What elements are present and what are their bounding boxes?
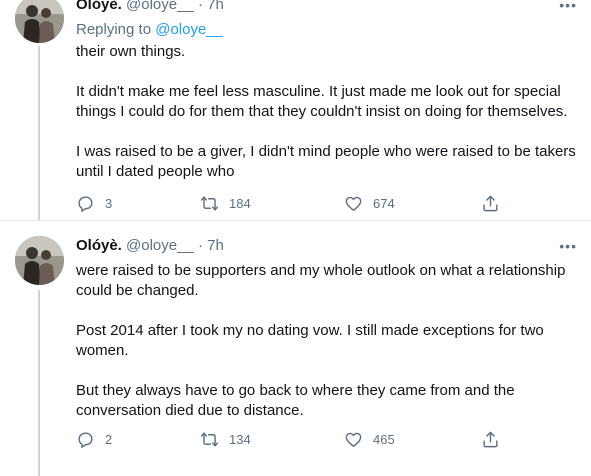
reply-icon	[78, 196, 93, 212]
like-button[interactable]: 465	[344, 430, 395, 449]
tweet-paragraph: It didn't make me feel less masculine. I…	[76, 83, 568, 120]
tweet-header: Olóyè. @oloye__ · 7h	[76, 237, 224, 254]
share-icon	[483, 195, 498, 212]
timestamp[interactable]: · 7h	[198, 0, 224, 13]
avatar[interactable]	[15, 0, 64, 43]
display-name[interactable]: Olóyè.	[76, 237, 122, 254]
retweet-icon	[200, 196, 219, 211]
retweet-button[interactable]: 134	[200, 430, 251, 449]
tweet-paragraph: But they always have to go back to where…	[76, 382, 515, 419]
heart-icon	[345, 432, 362, 447]
tweet-paragraph: were raised to be supporters and my whol…	[76, 262, 566, 299]
replying-to-label: Replying to	[76, 21, 156, 38]
tweet-text: their own things. It didn't make me feel…	[76, 42, 576, 202]
tweet-paragraph: I was raised to be a giver, I didn't min…	[76, 143, 576, 180]
tweet-header: Olóyè. @oloye__ · 7h	[76, 0, 224, 13]
like-count: 465	[373, 432, 395, 447]
retweet-button[interactable]: 184	[200, 194, 251, 213]
more-options-button[interactable]: •••	[559, 0, 577, 13]
user-handle[interactable]: @oloye__	[126, 0, 194, 13]
retweet-count: 184	[229, 196, 251, 211]
like-count: 674	[373, 196, 395, 211]
retweet-count: 134	[229, 432, 251, 447]
tweet-actions: 2 134 465	[76, 430, 516, 450]
timestamp[interactable]: · 7h	[198, 237, 224, 254]
tweet-text: were raised to be supporters and my whol…	[76, 261, 576, 441]
heart-icon	[345, 196, 362, 211]
reply-button[interactable]: 3	[76, 194, 112, 213]
tweet[interactable]: Olóyè. @oloye__ · 7h ••• Replying to @ol…	[0, 0, 591, 220]
share-button[interactable]	[481, 194, 500, 213]
reply-count: 2	[105, 432, 113, 447]
thread-line	[38, 290, 40, 476]
tweet-actions: 3 184 674	[76, 194, 516, 214]
tweet-divider	[0, 220, 591, 221]
user-handle[interactable]: @oloye__	[126, 237, 194, 254]
tweet[interactable]: Olóyè. @oloye__ · 7h ••• were raised to …	[0, 226, 591, 476]
share-button[interactable]	[481, 430, 500, 449]
tweet-paragraph: Post 2014 after I took my no dating vow.…	[76, 322, 544, 359]
display-name[interactable]: Olóyè.	[76, 0, 122, 13]
replying-to-handle[interactable]: @oloye__	[155, 21, 223, 38]
more-options-button[interactable]: •••	[559, 238, 577, 254]
reply-count: 3	[105, 196, 113, 211]
share-icon	[483, 431, 498, 448]
reply-icon	[78, 432, 93, 448]
avatar[interactable]	[15, 236, 64, 285]
like-button[interactable]: 674	[344, 194, 395, 213]
tweet-paragraph: their own things.	[76, 43, 186, 60]
reply-button[interactable]: 2	[76, 430, 112, 449]
thread-line	[38, 46, 40, 220]
retweet-icon	[200, 432, 219, 447]
replying-to: Replying to @oloye__	[76, 21, 223, 38]
